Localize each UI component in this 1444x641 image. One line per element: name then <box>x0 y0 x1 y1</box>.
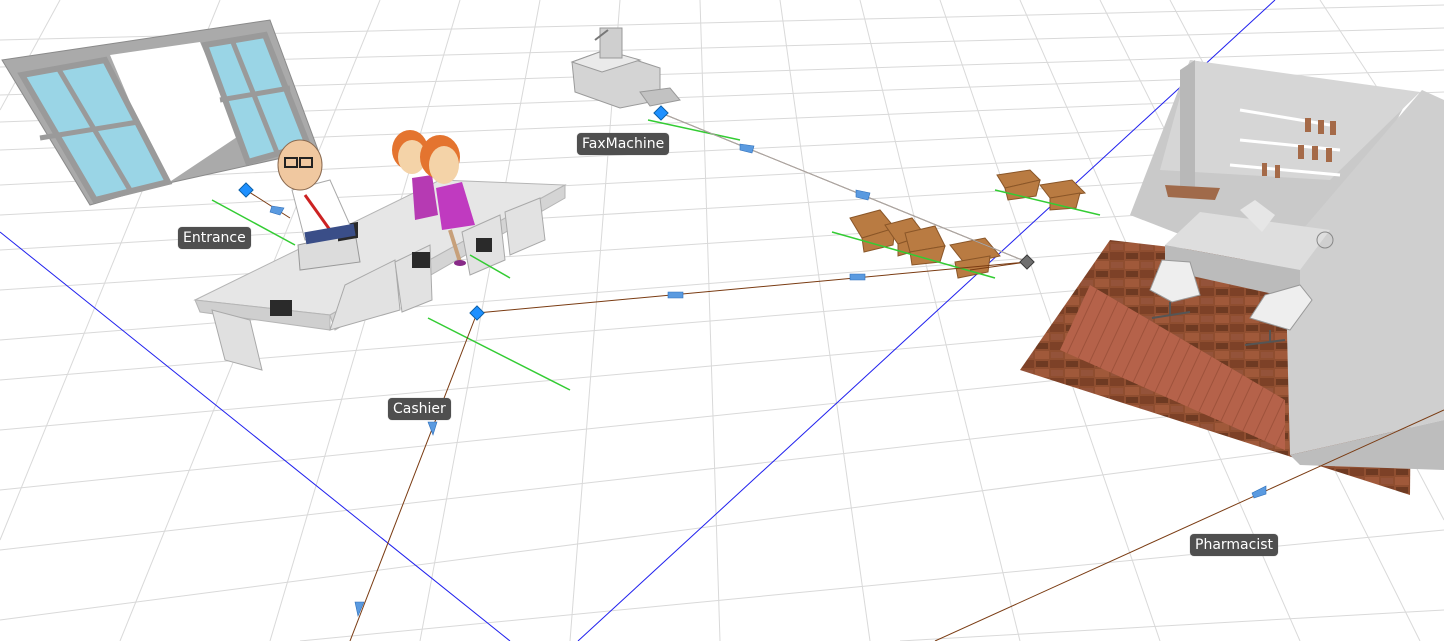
fax-machine-model[interactable] <box>570 27 681 109</box>
pharmacy-room[interactable] <box>1020 60 1444 495</box>
cashier-label[interactable]: Cashier <box>388 398 451 420</box>
entrance-label[interactable]: Entrance <box>178 227 251 249</box>
entrance-door[interactable] <box>1 19 319 206</box>
storage-boxes[interactable] <box>849 169 1087 279</box>
fax-machine-label[interactable]: FaxMachine <box>577 133 670 155</box>
cashier-counters[interactable] <box>193 179 567 371</box>
entrance-node-icon[interactable] <box>238 182 254 198</box>
pharmacist-label[interactable]: Pharmacist <box>1190 534 1278 556</box>
fax-node-icon[interactable] <box>653 105 669 121</box>
pharmacist-avatar[interactable] <box>277 139 356 245</box>
